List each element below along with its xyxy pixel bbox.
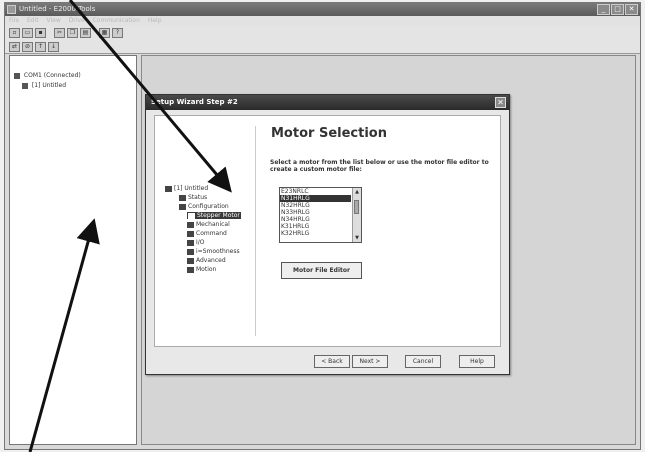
annotation-arrows [28,0,232,452]
arrow-to-project-tree [28,218,100,452]
arrow-to-stepper-motor [68,0,232,193]
